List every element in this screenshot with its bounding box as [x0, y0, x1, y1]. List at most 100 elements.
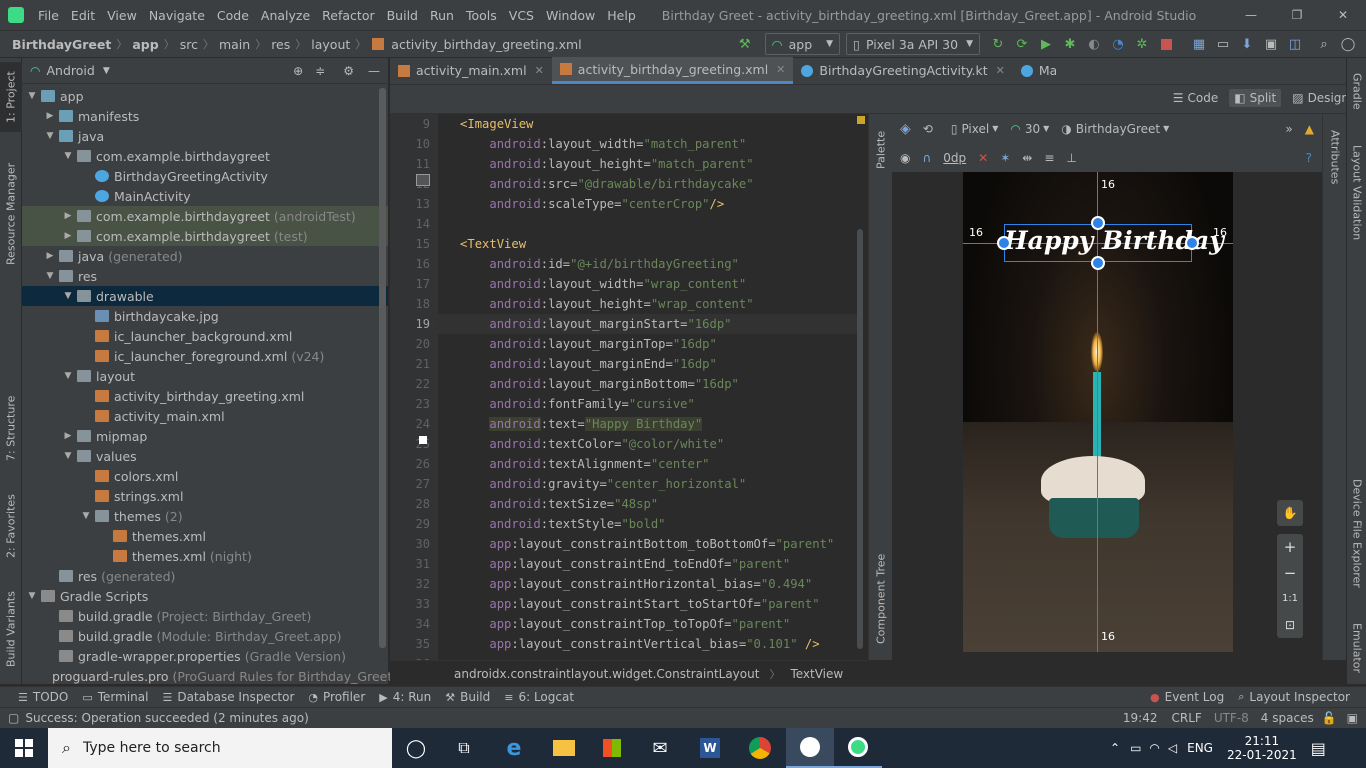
database-inspector-tab[interactable]: ☰ Database Inspector	[162, 690, 294, 704]
close-icon[interactable]: ✕	[996, 64, 1005, 77]
breadcrumb-textview[interactable]: TextView	[790, 667, 843, 681]
chevron-right-icon[interactable]: ▶	[44, 111, 56, 121]
line-separator[interactable]: CRLF	[1172, 711, 1202, 725]
chevron-down-icon[interactable]: ▼	[62, 451, 74, 461]
tree-scrollbar[interactable]	[379, 88, 386, 648]
tab-project[interactable]: 1: Project	[0, 62, 22, 132]
coverage-icon[interactable]: ◐	[1085, 35, 1103, 53]
split-mode-button[interactable]: ◧ Split	[1229, 89, 1282, 107]
chrome-icon[interactable]	[736, 728, 784, 768]
tree-item[interactable]: activity_birthday_greeting.xml	[22, 386, 388, 406]
theme-selector[interactable]: ◑ BirthdayGreet ▼	[1061, 122, 1169, 136]
tree-item[interactable]: MainActivity	[22, 186, 388, 206]
device-manager-icon[interactable]: ▣	[1262, 35, 1280, 53]
chevron-down-icon[interactable]: ▼	[26, 91, 38, 101]
logcat-tab[interactable]: ≡ 6: Logcat	[504, 690, 574, 704]
emulator-taskbar-icon[interactable]	[834, 728, 882, 768]
tree-item[interactable]: themes.xml (night)	[22, 546, 388, 566]
zoom-out-button[interactable]: −	[1277, 560, 1303, 586]
menu-run[interactable]: Run	[424, 8, 460, 23]
tree-item[interactable]: ic_launcher_foreground.xml (v24)	[22, 346, 388, 366]
file-explorer-icon[interactable]	[540, 728, 588, 768]
device-selector[interactable]: ▯ Pixel ▼	[951, 122, 999, 136]
run-icon[interactable]: ▶	[1037, 35, 1055, 53]
zoom-actual-button[interactable]: 1:1	[1277, 586, 1303, 612]
avd-manager-icon[interactable]: ▭	[1214, 35, 1232, 53]
chevron-right-icon[interactable]: ▶	[62, 211, 74, 221]
store-icon[interactable]	[588, 728, 636, 768]
align-icon[interactable]: ≡	[1044, 151, 1054, 165]
help-icon[interactable]: ?	[1306, 151, 1312, 165]
magnet-icon[interactable]: ∩	[922, 151, 931, 165]
more-icon[interactable]: »	[1285, 122, 1292, 136]
tab-layout-validation[interactable]: Layout Validation	[1347, 138, 1366, 248]
tab-structure[interactable]: 7: Structure	[0, 388, 22, 468]
menu-analyze[interactable]: Analyze	[255, 8, 316, 23]
breadcrumb-src[interactable]: src	[177, 37, 201, 52]
memory-icon[interactable]: ▣	[1347, 711, 1358, 725]
tree-item[interactable]: ▶ java (generated)	[22, 246, 388, 266]
tree-item[interactable]: proguard-rules.pro (ProGuard Rules for Bi…	[22, 666, 425, 686]
tab-resource-manager[interactable]: Resource Manager	[0, 154, 22, 274]
tab-attributes[interactable]: Attributes	[1324, 122, 1346, 192]
maximize-button[interactable]: ❐	[1274, 8, 1320, 22]
layout-inspector-tab[interactable]: ⌕ Layout Inspector	[1238, 690, 1350, 704]
apply-changes-icon[interactable]: ↻	[989, 35, 1007, 53]
menu-edit[interactable]: Edit	[65, 8, 101, 23]
tree-item[interactable]: activity_main.xml	[22, 406, 388, 426]
zoom-fit-icon[interactable]: ⊡	[1277, 612, 1303, 638]
default-margin[interactable]: 0dp	[943, 151, 966, 165]
device-dropdown[interactable]: ▯ Pixel 3a API 30 ▼	[846, 33, 980, 55]
taskbar-search[interactable]: ⌕ Type here to search	[48, 728, 392, 768]
menu-tools[interactable]: Tools	[460, 8, 503, 23]
breadcrumb-file[interactable]: activity_birthday_greeting.xml	[388, 37, 584, 52]
tree-item[interactable]: ▼ java	[22, 126, 388, 146]
cursor-position[interactable]: 19:42	[1123, 711, 1158, 725]
menu-refactor[interactable]: Refactor	[316, 8, 380, 23]
infer-constraints-icon[interactable]: ✶	[1000, 151, 1010, 165]
editor-scrollbar[interactable]	[857, 116, 865, 650]
task-view-icon[interactable]: ⧉	[440, 728, 488, 768]
network-icon[interactable]: ◠	[1149, 741, 1159, 755]
menu-file[interactable]: File	[32, 8, 65, 23]
volume-icon[interactable]: ◁	[1168, 741, 1177, 755]
tree-item[interactable]: ▶ com.example.birthdaygreet (test)	[22, 226, 388, 246]
android-studio-taskbar-icon[interactable]	[786, 728, 834, 768]
menu-view[interactable]: View	[101, 8, 143, 23]
tree-item[interactable]: strings.xml	[22, 486, 388, 506]
layers-icon[interactable]: ◈	[900, 121, 911, 137]
menu-vcs[interactable]: VCS	[503, 8, 540, 23]
chevron-down-icon[interactable]: ▼	[62, 291, 74, 301]
tree-item[interactable]: ▼ Gradle Scripts	[22, 586, 388, 606]
collapse-all-icon[interactable]: ≑	[315, 64, 325, 78]
tree-item[interactable]: ▼ themes (2)	[22, 506, 388, 526]
editor-tab[interactable]: activity_birthday_greeting.xml ✕	[551, 57, 794, 84]
search-icon[interactable]: ⌕	[1315, 35, 1333, 53]
close-button[interactable]: ✕	[1320, 8, 1366, 22]
mail-icon[interactable]: ✉	[636, 728, 684, 768]
tree-item[interactable]: ▼ drawable	[22, 286, 388, 306]
tree-item[interactable]: ic_launcher_background.xml	[22, 326, 388, 346]
todo-tab[interactable]: ☰ TODO	[18, 690, 68, 704]
warning-icon[interactable]: ▲	[1305, 122, 1314, 136]
minimize-button[interactable]: —	[1228, 8, 1274, 22]
design-mode-button[interactable]: ▨ Design	[1287, 89, 1354, 107]
run-config-dropdown[interactable]: ◠ app ▼	[764, 33, 841, 55]
breadcrumb-main[interactable]: main	[216, 37, 253, 52]
notification-icon[interactable]: ▤	[1311, 739, 1326, 758]
close-icon[interactable]: ✕	[776, 63, 785, 76]
profile-icon[interactable]: ◔	[1109, 35, 1127, 53]
api-selector[interactable]: ◠ 30 ▼	[1010, 122, 1049, 136]
tree-item[interactable]: colors.xml	[22, 466, 388, 486]
tree-item[interactable]: ▶ mipmap	[22, 426, 388, 446]
debug-icon[interactable]: ✱	[1061, 35, 1079, 53]
account-icon[interactable]: ◯	[1339, 35, 1357, 53]
breadcrumb-layout[interactable]: layout	[308, 37, 353, 52]
tab-emulator[interactable]: Emulator	[1347, 618, 1366, 678]
zoom-in-button[interactable]: +	[1277, 534, 1303, 560]
word-icon[interactable]: W	[686, 728, 734, 768]
tree-item[interactable]: ▶ manifests	[22, 106, 388, 126]
gear-icon[interactable]: ⚙	[343, 64, 354, 78]
phone-preview[interactable]: Happy Birthday 16 16	[963, 172, 1233, 652]
chevron-down-icon[interactable]: ▼	[26, 591, 38, 601]
